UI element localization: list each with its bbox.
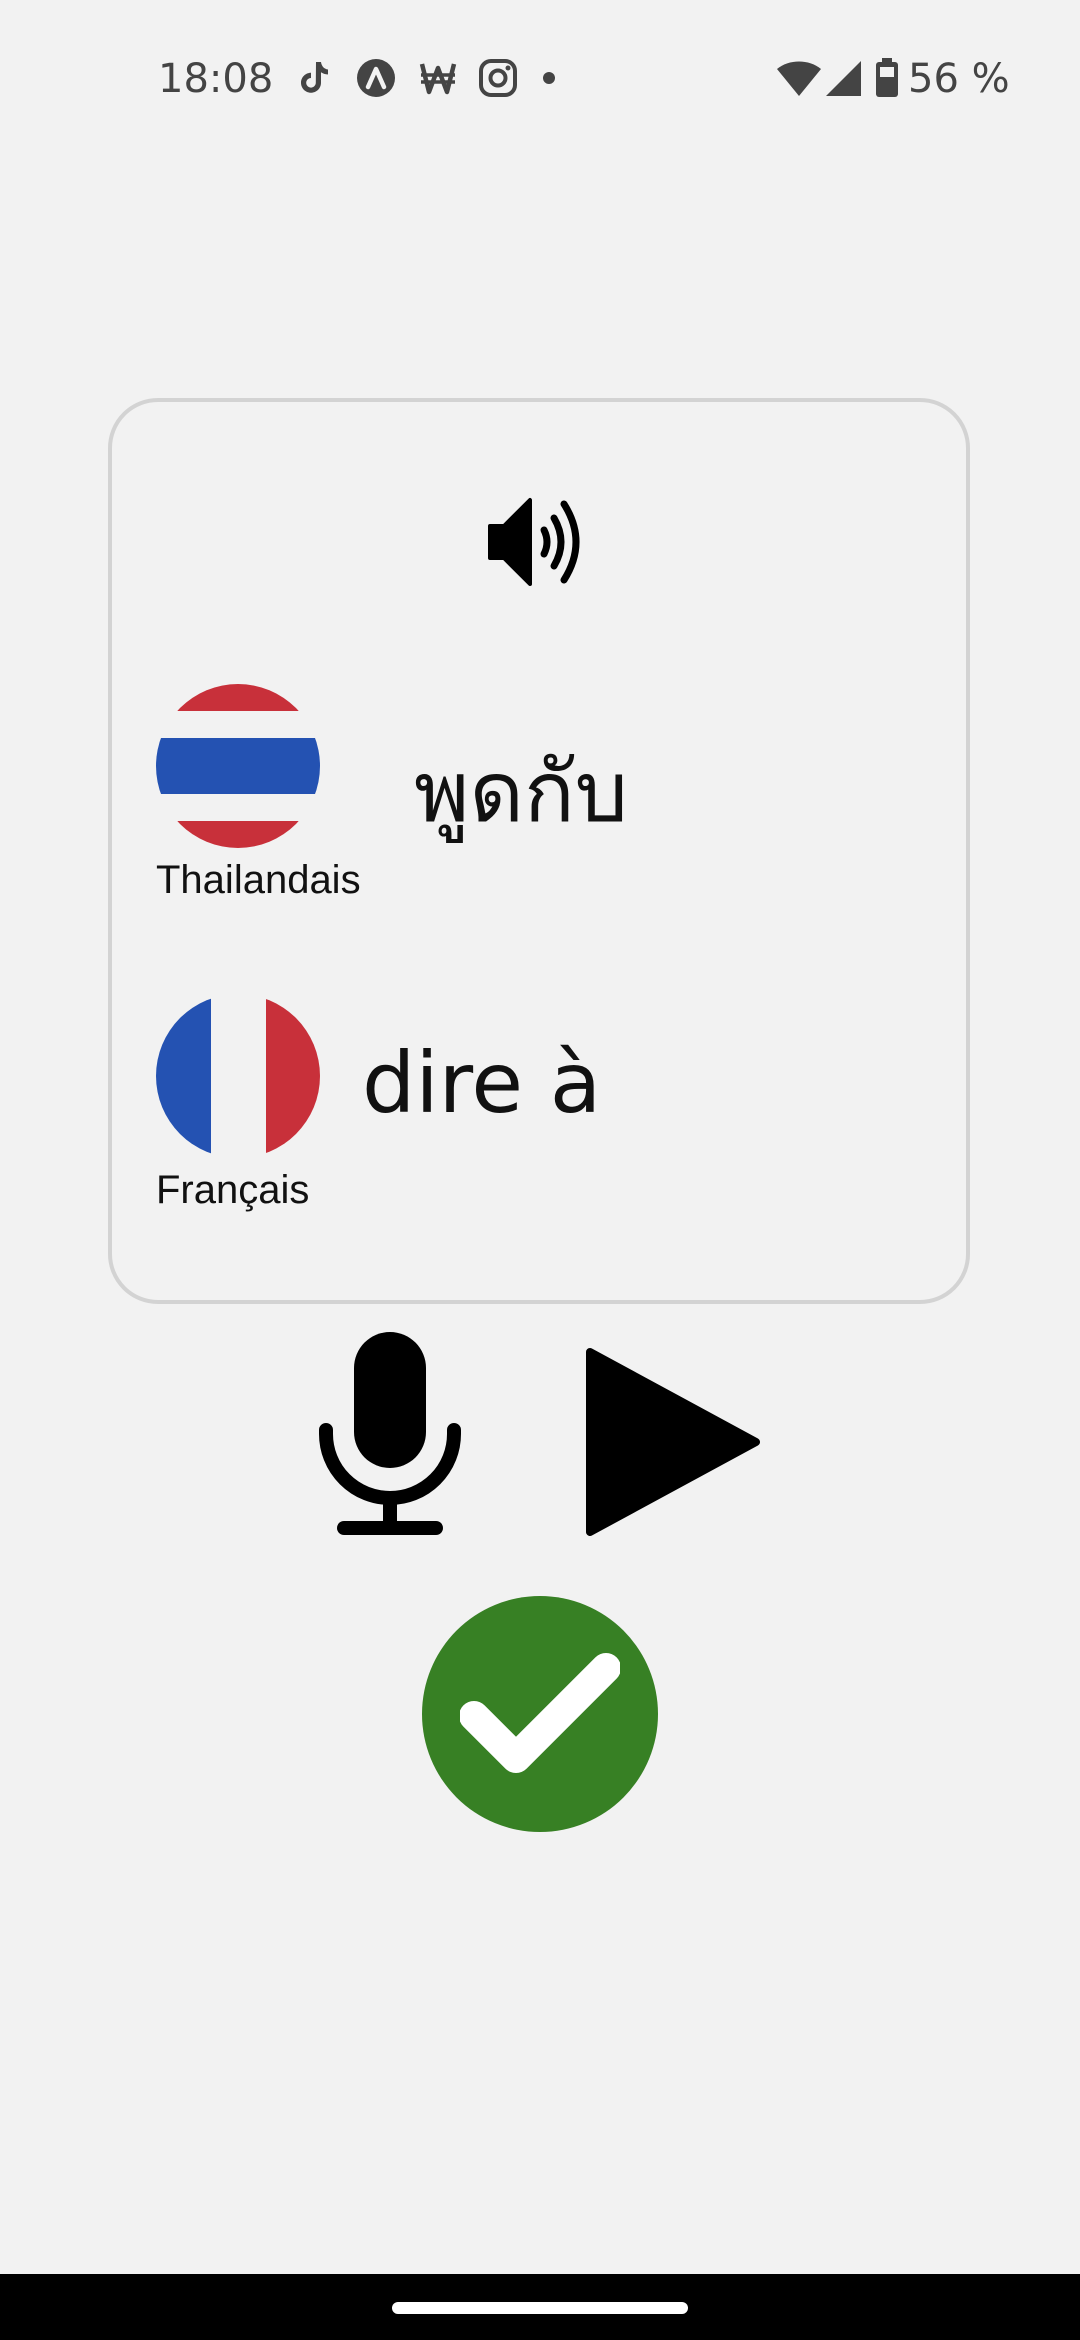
status-bar: 18:08 56 % xyxy=(0,0,1080,165)
thailand-flag xyxy=(156,684,320,848)
speaker-volume-icon[interactable] xyxy=(484,492,596,592)
france-flag xyxy=(156,994,320,1158)
instagram-icon xyxy=(479,59,517,97)
checkmark-icon xyxy=(460,1653,620,1773)
source-language-label: Thailandais xyxy=(156,858,361,902)
microphone-icon[interactable] xyxy=(316,1330,464,1538)
arc-icon xyxy=(357,59,395,97)
tiktok-icon xyxy=(301,62,328,93)
target-phrase: dire à xyxy=(362,1034,602,1132)
home-indicator[interactable] xyxy=(392,2302,688,2314)
wifi-icon xyxy=(777,61,821,96)
check-button[interactable] xyxy=(422,1596,658,1832)
status-time: 18:08 xyxy=(158,56,274,102)
won-icon xyxy=(419,63,457,95)
play-icon[interactable] xyxy=(584,1346,762,1538)
dot-icon xyxy=(543,72,555,84)
source-phrase: พูดกับ xyxy=(414,743,629,841)
cellular-signal-icon xyxy=(826,61,861,96)
target-language-label: Français xyxy=(156,1168,310,1212)
battery-percent: 56 % xyxy=(908,56,1010,102)
battery-icon xyxy=(876,58,898,97)
